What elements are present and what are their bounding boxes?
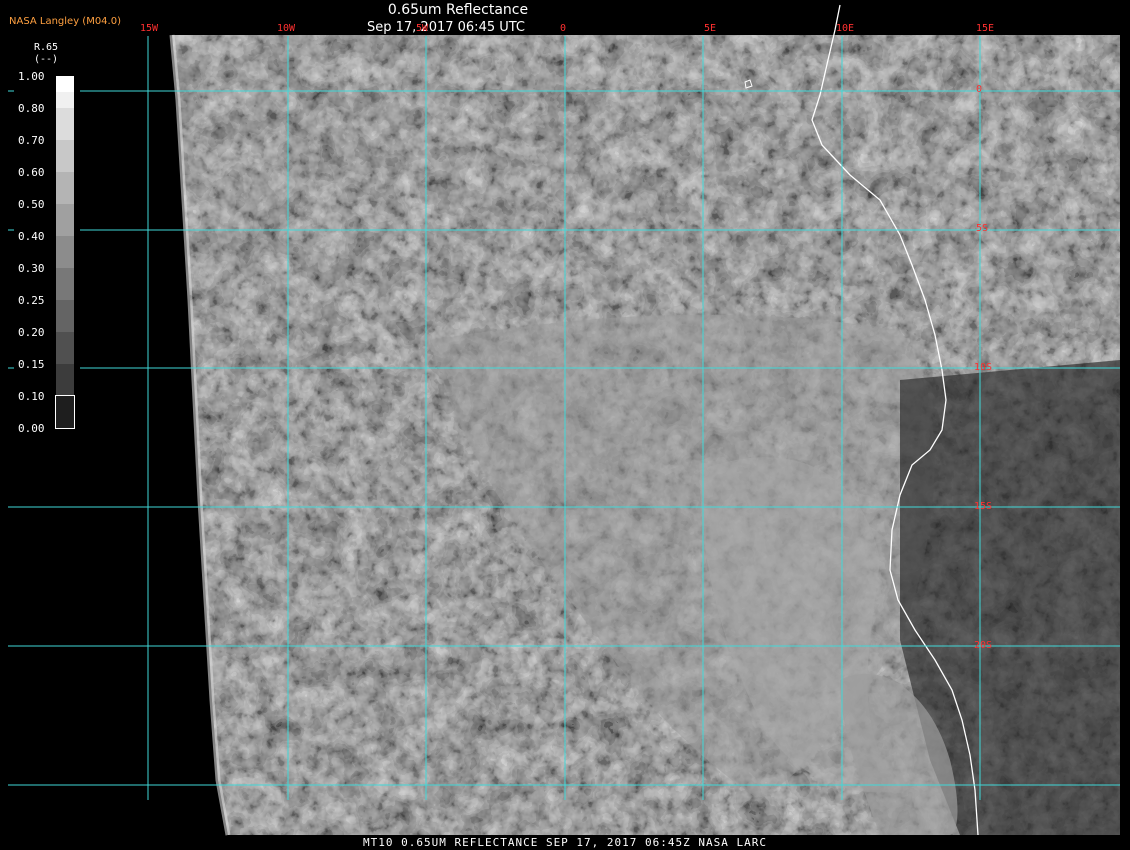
legend-tick: 0.80	[18, 102, 45, 115]
legend-tick: 0.25	[18, 294, 45, 307]
legend-tick: 1.00	[18, 70, 45, 83]
lon-label-5e: 5E	[704, 23, 717, 34]
legend-tick: 0.30	[18, 262, 45, 275]
lon-label-15w: 15W	[140, 23, 159, 34]
lon-label-10w: 10W	[277, 23, 296, 34]
lat-label-20s: 20S	[974, 640, 993, 651]
legend-swatch	[56, 140, 74, 172]
lon-label-5w: 5W	[416, 23, 429, 34]
legend-swatch	[55, 395, 75, 429]
lon-label-10e: 10E	[836, 23, 855, 34]
legend-tick: 0.40	[18, 230, 45, 243]
satellite-map	[8, 4, 1120, 836]
legend-tick: 0.60	[18, 166, 45, 179]
lat-label-0: 0	[976, 84, 983, 95]
legend-variable-name: R.65	[34, 42, 59, 53]
legend-swatch	[56, 92, 74, 108]
image-title: 0.65um Reflectance	[387, 2, 529, 18]
image-datetime: Sep 17, 2017 06:45 UTC	[366, 20, 526, 35]
legend-swatch	[56, 76, 74, 92]
legend-swatch	[56, 236, 74, 268]
legend-tick: 0.00	[18, 422, 45, 435]
legend-swatch	[56, 268, 74, 300]
legend-unit: (--)	[34, 54, 59, 65]
image-footer-caption: MT10 0.65UM REFLECTANCE SEP 17, 2017 06:…	[363, 836, 767, 849]
agency-label: NASA Langley (M04.0)	[9, 16, 121, 27]
lon-label-0: 0	[560, 23, 567, 34]
lat-label-10s: 10S	[974, 362, 993, 373]
legend-swatch	[56, 204, 74, 236]
legend-tick: 0.70	[18, 134, 45, 147]
legend-swatch	[56, 300, 74, 332]
lat-label-5s: 5S	[976, 223, 989, 234]
lon-label-15e: 15E	[976, 23, 995, 34]
legend-swatch	[56, 108, 74, 140]
legend-swatch	[56, 172, 74, 204]
legend-tick: 0.50	[18, 198, 45, 211]
lat-label-15s: 15S	[974, 501, 993, 512]
satellite-image-viewer: 0.65um Reflectance Sep 17, 2017 06:45 UT…	[0, 0, 1130, 850]
legend-tick: 0.15	[18, 358, 45, 371]
reflectance-legend: R.65 (--) 1.00 0.80 0.70 0.60 0.50 0.40 …	[14, 38, 80, 440]
legend-swatch	[56, 364, 74, 396]
legend-swatch	[56, 332, 74, 364]
legend-tick: 0.10	[18, 390, 45, 403]
legend-tick: 0.20	[18, 326, 45, 339]
